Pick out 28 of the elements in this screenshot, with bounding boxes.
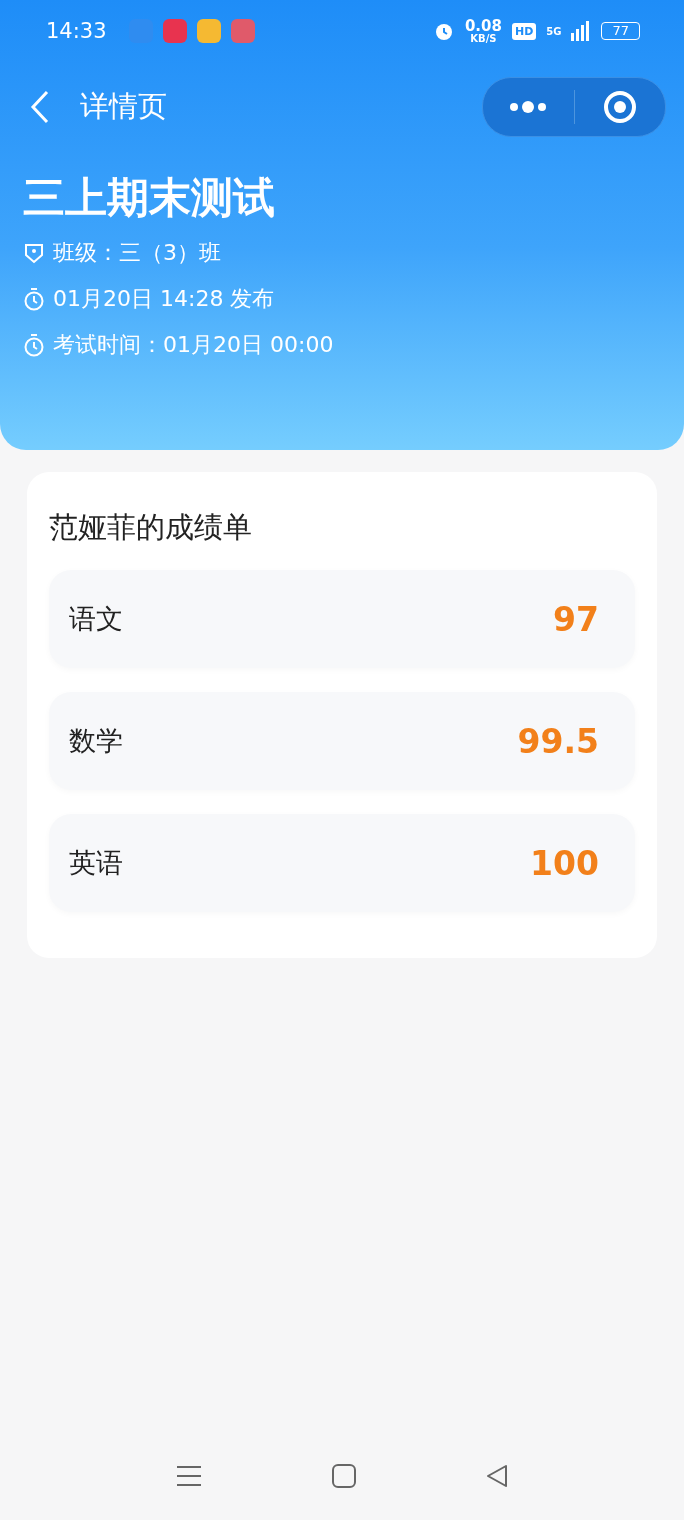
clock-icon — [23, 287, 45, 311]
subject-name: 语文 — [69, 602, 123, 636]
battery-level: 77 — [601, 22, 640, 40]
signal-icon — [571, 21, 592, 41]
exam-info: 班级：三（3）班 — [53, 239, 221, 267]
network-speed: 0.08 — [464, 18, 502, 34]
target-icon — [602, 90, 637, 124]
exam-title: 三上期末测试 — [23, 172, 276, 224]
exam-info: 考试时间：01月20日 00:00 — [53, 331, 334, 359]
score-value: 100 — [530, 843, 599, 883]
menu-icon[interactable] — [176, 1465, 202, 1487]
subject-name: 英语 — [69, 846, 123, 880]
hd-badge: HD — [511, 22, 537, 40]
more-icon — [508, 101, 549, 113]
page-title: 详情页 — [80, 88, 167, 125]
speed-unit: KB/S — [470, 33, 497, 44]
back-triangle-icon[interactable] — [486, 1464, 508, 1488]
score-value: 99.5 — [517, 721, 599, 761]
shield-icon — [23, 241, 45, 265]
home-icon[interactable] — [332, 1464, 356, 1488]
score-value: 97 — [553, 599, 599, 639]
network-type: 5G — [546, 25, 562, 37]
subject-name: 数学 — [69, 724, 123, 758]
exam-info: 01月20日 14:28 发布 — [53, 285, 275, 313]
back-icon[interactable] — [30, 90, 50, 124]
status-time: 14:33 — [46, 19, 107, 43]
report-title: 范娅菲的成绩单 — [49, 509, 253, 546]
clock-icon — [23, 333, 45, 357]
